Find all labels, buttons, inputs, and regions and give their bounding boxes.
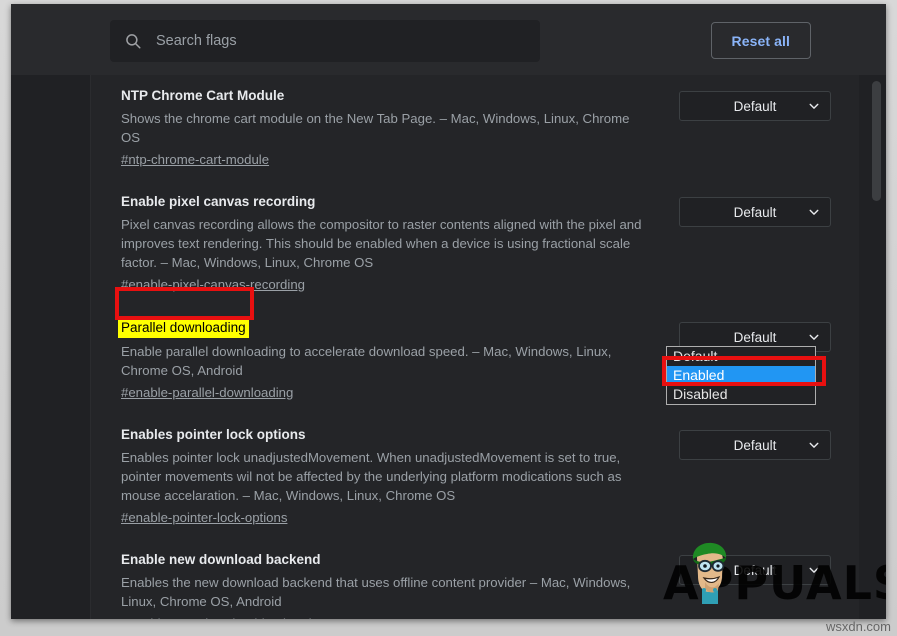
flag-state-select-value: Default [734,205,777,220]
scrollbar-thumb[interactable] [872,81,881,201]
flag-title: Enables pointer lock options [121,426,306,444]
flag-text-column: Enable pixel canvas recording Pixel canva… [91,193,651,294]
screenshot-root: Reset all NTP Chrome Cart Module Shows th… [0,0,897,636]
flag-description: Shows the chrome cart module on the New … [121,109,651,147]
flag-description: Pixel canvas recording allows the compos… [121,215,651,272]
flag-control-column: Default [651,87,859,121]
chevron-down-icon [809,207,819,217]
flag-row: Enable pixel canvas recording Pixel canva… [91,181,859,306]
flag-state-select[interactable]: Default [679,91,831,121]
site-credit: wsxdn.com [826,619,891,634]
flag-description: Enables pointer lock unadjustedMovement.… [121,448,651,505]
flag-state-select-value: Default [734,563,777,578]
flag-description: Enables the new download backend that us… [121,573,651,611]
flag-title-wrapper: Enable pixel canvas recording [121,193,651,215]
flag-title: Enable pixel canvas recording [121,193,315,211]
flag-title-wrapper: Enables pointer lock options [121,426,651,448]
flag-row: Enable new download backend Enables the n… [91,539,859,619]
flag-permalink[interactable]: #enable-new-download-backend [121,614,312,619]
flag-control-column: Default [651,551,859,585]
flag-state-select[interactable]: Default [679,430,831,460]
flag-description: Enable parallel downloading to accelerat… [121,342,651,380]
flag-state-select-value: Default [734,99,777,114]
flag-state-select-value: Default [734,330,777,345]
flag-permalink[interactable]: #enable-pixel-canvas-recording [121,275,305,294]
flag-state-select[interactable]: Default [679,555,831,585]
search-box[interactable] [110,20,540,62]
flag-control-column: Default [651,193,859,227]
flag-title: Parallel downloading [118,318,249,338]
flag-text-column: Parallel downloading Enable parallel down… [91,318,651,402]
search-icon [124,32,142,50]
chevron-down-icon [809,101,819,111]
flag-title-wrapper: Enable new download backend [121,551,651,573]
flag-text-column: Enables pointer lock options Enables poin… [91,426,651,527]
flag-control-column: Default [651,426,859,460]
flag-permalink[interactable]: #enable-parallel-downloading [121,383,293,402]
dropdown-option[interactable]: Default [667,347,815,366]
flag-title-wrapper: NTP Chrome Cart Module [121,87,651,109]
flag-title: NTP Chrome Cart Module [121,87,284,105]
flag-permalink[interactable]: #ntp-chrome-cart-module [121,150,269,169]
flag-text-column: Enable new download backend Enables the n… [91,551,651,619]
scrollbar-track[interactable] [859,75,886,619]
flag-option-dropdown[interactable]: DefaultEnabledDisabled [666,346,816,405]
flag-title: Enable new download backend [121,551,321,569]
flag-row: Enables pointer lock options Enables poin… [91,414,859,539]
flag-state-select[interactable]: Default [679,197,831,227]
dropdown-option[interactable]: Enabled [667,366,815,385]
flag-row: NTP Chrome Cart Module Shows the chrome c… [91,75,859,181]
chrome-flags-window: Reset all NTP Chrome Cart Module Shows th… [11,4,886,619]
chevron-down-icon [809,332,819,342]
chevron-down-icon [809,440,819,450]
flag-title-wrapper: Parallel downloading [121,318,651,342]
dropdown-option[interactable]: Disabled [667,385,815,404]
flag-text-column: NTP Chrome Cart Module Shows the chrome c… [91,87,651,169]
reset-all-button[interactable]: Reset all [711,22,812,59]
chevron-down-icon [809,565,819,575]
flag-permalink[interactable]: #enable-pointer-lock-options [121,508,287,527]
flag-state-select-value: Default [734,438,777,453]
flags-toolbar: Reset all [11,4,886,76]
left-rail [11,75,91,619]
search-input[interactable] [156,33,526,49]
